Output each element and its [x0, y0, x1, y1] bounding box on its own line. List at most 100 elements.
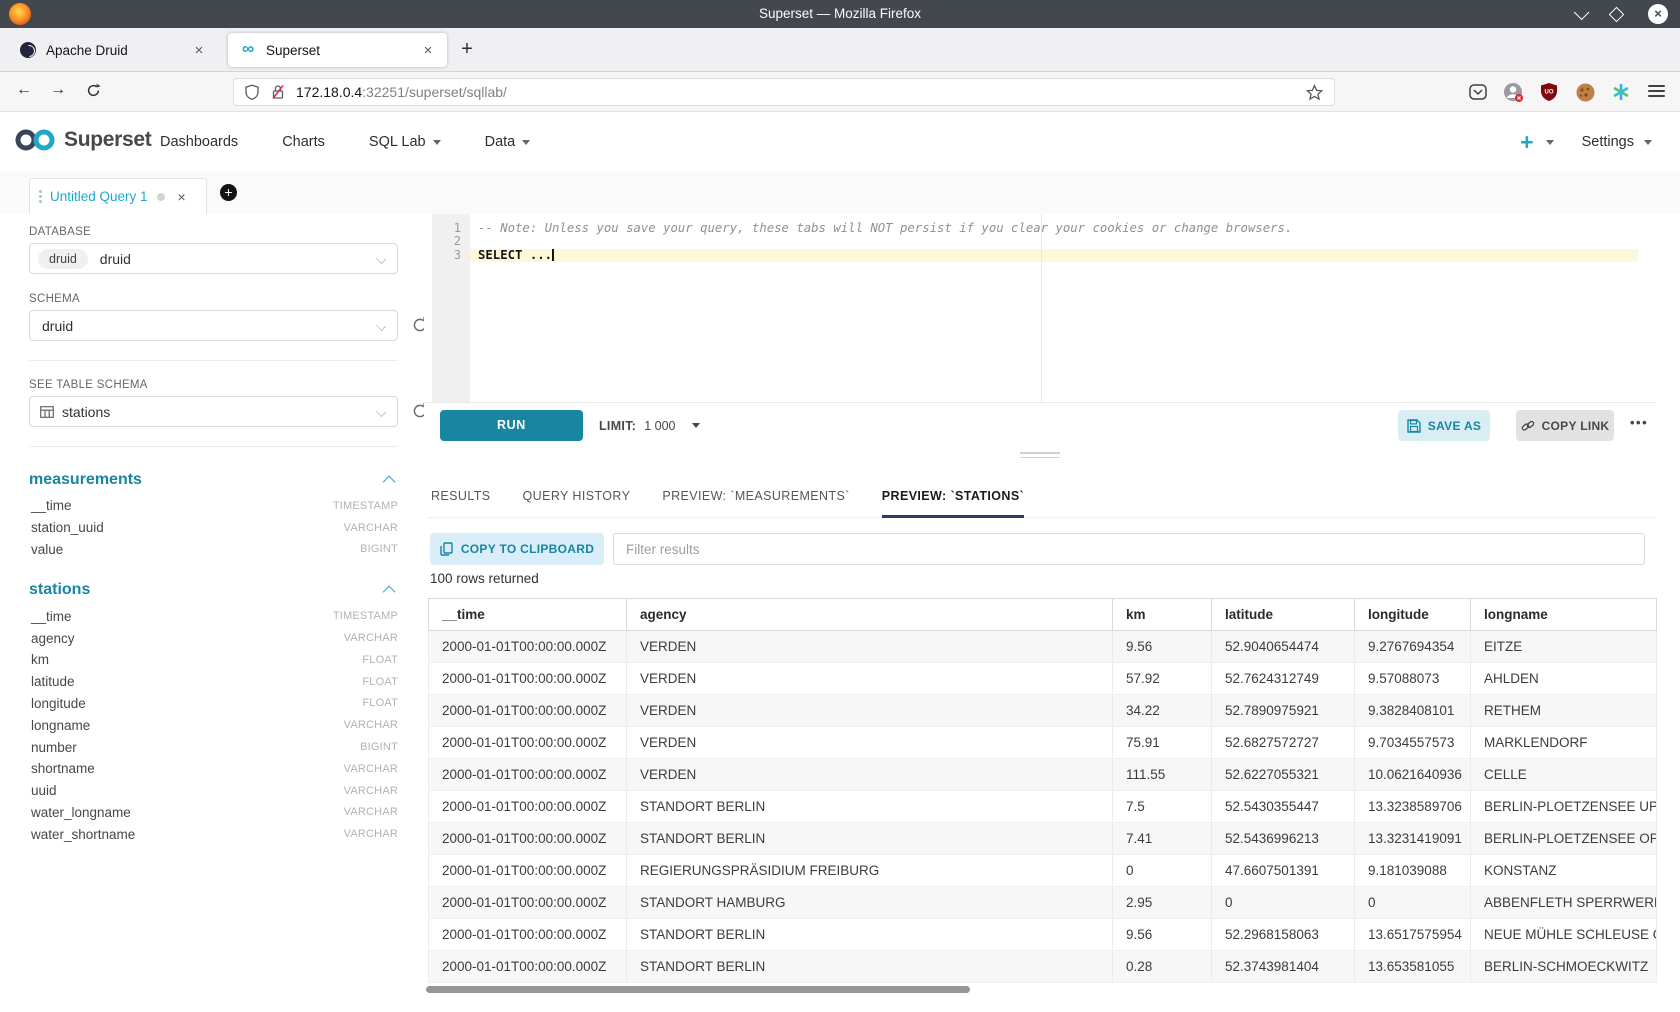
new-tab-button[interactable]: + — [455, 38, 479, 61]
window-title: Superset — Mozilla Firefox — [0, 0, 1680, 28]
table-row: 2000-01-01T00:00:00.000ZSTANDORT BERLIN7… — [429, 791, 1657, 823]
column-header-latitude[interactable]: latitude — [1212, 599, 1355, 631]
table-cell: 2000-01-01T00:00:00.000Z — [429, 695, 627, 727]
window-minimize-icon[interactable] — [1574, 4, 1590, 20]
result-tab-preview-stations[interactable]: PREVIEW: `STATIONS` — [882, 476, 1024, 518]
schema-column: station_uuidVARCHAR — [29, 517, 398, 539]
table-cell: AHLDEN — [1471, 663, 1657, 695]
schema-table-stations: stations__timeTIMESTAMPagencyVARCHARkmFL… — [29, 575, 398, 845]
run-button[interactable]: RUN — [440, 410, 583, 441]
row-count-status: 100 rows returned — [430, 571, 539, 586]
database-select[interactable]: druid druid — [29, 243, 398, 274]
profile-icon[interactable] — [1503, 82, 1523, 102]
table-cell: 2000-01-01T00:00:00.000Z — [429, 791, 627, 823]
nav-charts[interactable]: Charts — [282, 134, 325, 150]
chevron-down-icon[interactable] — [1644, 140, 1652, 145]
column-header-longname[interactable]: longname — [1471, 599, 1657, 631]
table-cell: VERDEN — [627, 695, 1113, 727]
menu-hamburger-icon[interactable] — [1648, 85, 1665, 100]
tracking-shield-icon[interactable] — [244, 84, 260, 100]
column-header-km[interactable]: km — [1113, 599, 1212, 631]
window-close-icon[interactable]: × — [1648, 4, 1668, 24]
query-tab-close-icon[interactable]: × — [178, 189, 186, 205]
column-type: FLOAT — [362, 654, 398, 666]
pocket-icon[interactable] — [1468, 82, 1488, 102]
table-cell: 52.3743981404 — [1212, 951, 1355, 983]
cookie-icon[interactable] — [1575, 82, 1595, 102]
table-select[interactable]: stations — [29, 396, 398, 427]
nav-dashboards[interactable]: Dashboards — [160, 134, 238, 150]
settings-menu[interactable]: Settings — [1582, 134, 1634, 150]
query-tab-untitled[interactable]: Untitled Query 1 × — [29, 178, 207, 214]
table-name: stations — [29, 581, 90, 599]
column-type: VARCHAR — [344, 806, 398, 818]
table-cell: 9.7034557573 — [1355, 727, 1471, 759]
url-text[interactable]: 172.18.0.4:32251/superset/sqllab/ — [296, 84, 1306, 100]
window-maximize-icon[interactable] — [1609, 6, 1625, 22]
collapse-chevron-up-icon[interactable] — [383, 585, 396, 598]
copy-link-button[interactable]: COPY LINK — [1516, 410, 1614, 441]
extension-asterisk-icon[interactable] — [1611, 82, 1631, 102]
bookmark-star-icon[interactable] — [1306, 84, 1324, 101]
table-cell: 9.3828408101 — [1355, 695, 1471, 727]
schema-table-header[interactable]: stations — [29, 575, 398, 605]
back-button[interactable]: ← — [12, 81, 36, 99]
result-tab-query-history[interactable]: QUERY HISTORY — [523, 476, 631, 518]
copy-to-clipboard-label: COPY TO CLIPBOARD — [461, 542, 594, 556]
url-bar[interactable]: 172.18.0.4:32251/superset/sqllab/ — [233, 78, 1335, 106]
table-row: 2000-01-01T00:00:00.000ZVERDEN75.9152.68… — [429, 727, 1657, 759]
add-new-button[interactable]: + — [1520, 129, 1533, 156]
superset-logo[interactable]: Superset — [14, 127, 151, 153]
column-header-agency[interactable]: agency — [627, 599, 1113, 631]
window-titlebar: Superset — Mozilla Firefox × — [0, 0, 1680, 28]
schema-column: water_longnameVARCHAR — [29, 802, 398, 824]
table-cell: NEUE MÜHLE SCHLEUSE OP — [1471, 919, 1657, 951]
table-cell: BERLIN-PLOETZENSEE OP — [1471, 823, 1657, 855]
table-cell: VERDEN — [627, 663, 1113, 695]
forward-button[interactable]: → — [46, 81, 70, 99]
chevron-down-icon — [522, 140, 530, 145]
schema-tables-list: measurements __timeTIMESTAMP station_uuidV… — [29, 465, 398, 845]
table-row: 2000-01-01T00:00:00.000ZSTANDORT BERLIN9… — [429, 919, 1657, 951]
nav-data[interactable]: Data — [485, 134, 531, 150]
chevron-down-icon[interactable] — [1546, 140, 1554, 145]
drag-grip-icon[interactable] — [39, 190, 42, 203]
schema-table-header[interactable]: measurements — [29, 465, 398, 495]
table-cell: 52.9040654474 — [1212, 631, 1355, 663]
collapse-chevron-up-icon[interactable] — [383, 475, 396, 488]
horizontal-scrollbar[interactable] — [426, 986, 970, 993]
column-header-longitude[interactable]: longitude — [1355, 599, 1471, 631]
reload-button[interactable] — [81, 81, 105, 98]
add-query-tab-button[interactable]: + — [220, 184, 237, 201]
copy-to-clipboard-button[interactable]: COPY TO CLIPBOARD — [430, 533, 604, 565]
browser-tab-superset[interactable]: ∞ Superset × — [228, 33, 447, 67]
ublock-shield-icon[interactable]: UO — [1539, 82, 1559, 102]
tab-close-icon[interactable]: × — [419, 42, 437, 59]
result-tab-preview-measurements[interactable]: PREVIEW: `MEASUREMENTS` — [662, 476, 849, 518]
table-value: stations — [62, 404, 110, 420]
sql-editor[interactable]: 123 -- Note: Unless you save your query,… — [432, 214, 1638, 402]
table-cell: STANDORT BERLIN — [627, 951, 1113, 983]
insecure-lock-icon[interactable] — [270, 84, 286, 100]
schema-column: __timeTIMESTAMP — [29, 605, 398, 627]
filter-results-input[interactable] — [613, 533, 1645, 565]
pane-resize-handle[interactable] — [1020, 452, 1060, 461]
column-header-__time[interactable]: __time — [429, 599, 627, 631]
nav-sql-lab[interactable]: SQL Lab — [369, 134, 441, 150]
schema-column: agencyVARCHAR — [29, 627, 398, 649]
result-tab-results[interactable]: RESULTS — [431, 476, 491, 518]
tab-close-icon[interactable]: × — [190, 42, 208, 59]
save-as-button[interactable]: SAVE AS — [1398, 410, 1490, 441]
table-cell: MARKLENDORF — [1471, 727, 1657, 759]
limit-dropdown[interactable]: LIMIT: 1 000 — [599, 410, 700, 441]
table-cell: 111.55 — [1113, 759, 1212, 791]
table-cell: 52.2968158063 — [1212, 919, 1355, 951]
schema-select[interactable]: druid — [29, 310, 398, 341]
browser-tab-apache-druid[interactable]: Apache Druid × — [8, 33, 218, 67]
table-cell: 13.3231419091 — [1355, 823, 1471, 855]
table-cell: REGIERUNGSPRÄSIDIUM FREIBURG — [627, 855, 1113, 887]
superset-favicon-icon: ∞ — [240, 42, 256, 58]
limit-value: 1 000 — [644, 419, 675, 433]
url-path: :32251/superset/sqllab/ — [362, 84, 507, 100]
more-options-button[interactable]: ••• — [1630, 415, 1648, 430]
